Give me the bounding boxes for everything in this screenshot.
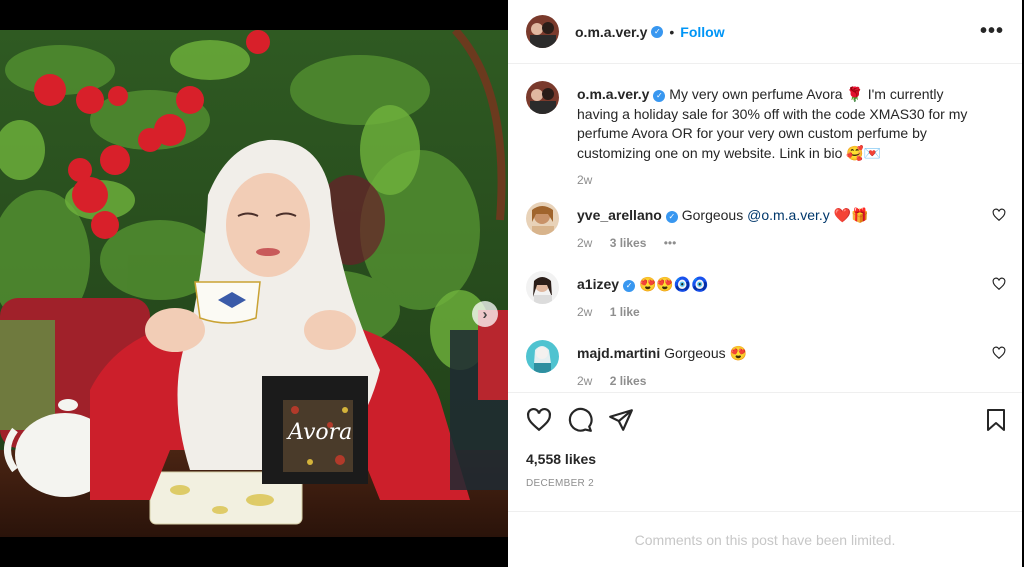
heart-icon[interactable] — [992, 208, 1006, 222]
comment-emoji: 🎁 — [851, 207, 869, 223]
comment-time[interactable]: 2w — [577, 236, 592, 250]
comment-text: Gorgeous — [664, 345, 726, 361]
author-username[interactable]: o.m.a.ver.y — [575, 24, 647, 40]
verified-badge-icon: ✓ — [665, 211, 678, 223]
heart-icon[interactable] — [526, 407, 552, 433]
comment-emoji: 🧿 — [691, 276, 709, 292]
comments-limited-notice: Comments on this post have been limited. — [508, 511, 1022, 567]
post-header: o.m.a.ver.y ✓ • Follow ••• — [508, 0, 1022, 64]
comment-time[interactable]: 2w — [577, 374, 592, 388]
commenter-username[interactable]: a1izey — [577, 276, 619, 292]
caption-meta: 2w — [577, 171, 987, 191]
verified-badge-icon: ✓ — [653, 90, 666, 102]
post-photo[interactable]: Avora › — [0, 30, 508, 537]
comment-emoji: 🧿 — [673, 276, 692, 292]
heart-icon[interactable] — [992, 277, 1006, 291]
commenter-avatar[interactable] — [526, 271, 559, 304]
caption-body: o.m.a.ver.y ✓ My very own perfume Avora 🌹… — [577, 85, 987, 191]
comment-likes[interactable]: 1 like — [610, 305, 640, 319]
comment-meta: 2w 3 likes ••• — [577, 234, 987, 254]
action-icons — [524, 407, 1008, 435]
caption-avatar[interactable] — [526, 81, 559, 114]
comment-body: yve_arellano ✓ Gorgeous @o.m.a.ver.y ❤️🎁 … — [577, 206, 987, 253]
post-image — [0, 30, 508, 537]
comment-likes[interactable]: 2 likes — [610, 374, 647, 388]
more-options-icon[interactable]: ••• — [980, 20, 1004, 43]
comment-icon[interactable] — [567, 407, 593, 433]
commenter-avatar[interactable] — [526, 340, 559, 373]
bookmark-icon[interactable] — [984, 407, 1008, 433]
commenter-avatar[interactable] — [526, 202, 559, 235]
follow-button[interactable]: Follow — [680, 24, 724, 40]
verified-badge-icon: ✓ — [651, 25, 664, 38]
post-side-panel: o.m.a.ver.y ✓ • Follow ••• o.m.a.ver.y ✓ … — [508, 0, 1022, 567]
comment-body: majd.martini Gorgeous 😍 2w 2 likes — [577, 344, 987, 391]
comment-emoji: 😍 — [729, 345, 747, 361]
comments-list[interactable]: o.m.a.ver.y ✓ My very own perfume Avora 🌹… — [508, 65, 1022, 392]
comment-emoji: ❤️ — [833, 207, 852, 223]
comment-body: a1izey ✓ 😍😍🧿🧿 2w 1 like — [577, 275, 987, 322]
comment-text: Gorgeous — [681, 207, 744, 223]
commenter-username[interactable]: majd.martini — [577, 345, 660, 361]
caption-time[interactable]: 2w — [577, 173, 592, 187]
comment-mention[interactable]: @o.m.a.ver.y — [747, 207, 830, 223]
avora-box-text: Avora — [288, 420, 353, 445]
likes-count[interactable]: 4,558 likes — [526, 451, 596, 467]
comment-options-icon[interactable]: ••• — [664, 236, 677, 250]
post-modal: Avora › o.m.a.ver.y ✓ • Follow ••• o.m.a… — [0, 0, 1024, 567]
comment-meta: 2w 2 likes — [577, 372, 987, 392]
post-date[interactable]: DECEMBER 2 — [526, 478, 594, 489]
header-separator: • — [669, 23, 675, 40]
share-icon[interactable] — [608, 407, 634, 433]
comment-emoji: 😍 — [656, 276, 674, 292]
comment-time[interactable]: 2w — [577, 305, 592, 319]
caption-username[interactable]: o.m.a.ver.y — [577, 86, 649, 102]
heart-icon[interactable] — [992, 346, 1006, 360]
comment-meta: 2w 1 like — [577, 303, 987, 323]
author-avatar[interactable] — [526, 15, 559, 48]
commenter-username[interactable]: yve_arellano — [577, 207, 662, 223]
next-arrow-icon[interactable]: › — [472, 301, 498, 327]
comment-emoji: 😍 — [638, 276, 657, 292]
comment-likes[interactable]: 3 likes — [610, 236, 647, 250]
verified-badge-icon: ✓ — [623, 280, 636, 292]
